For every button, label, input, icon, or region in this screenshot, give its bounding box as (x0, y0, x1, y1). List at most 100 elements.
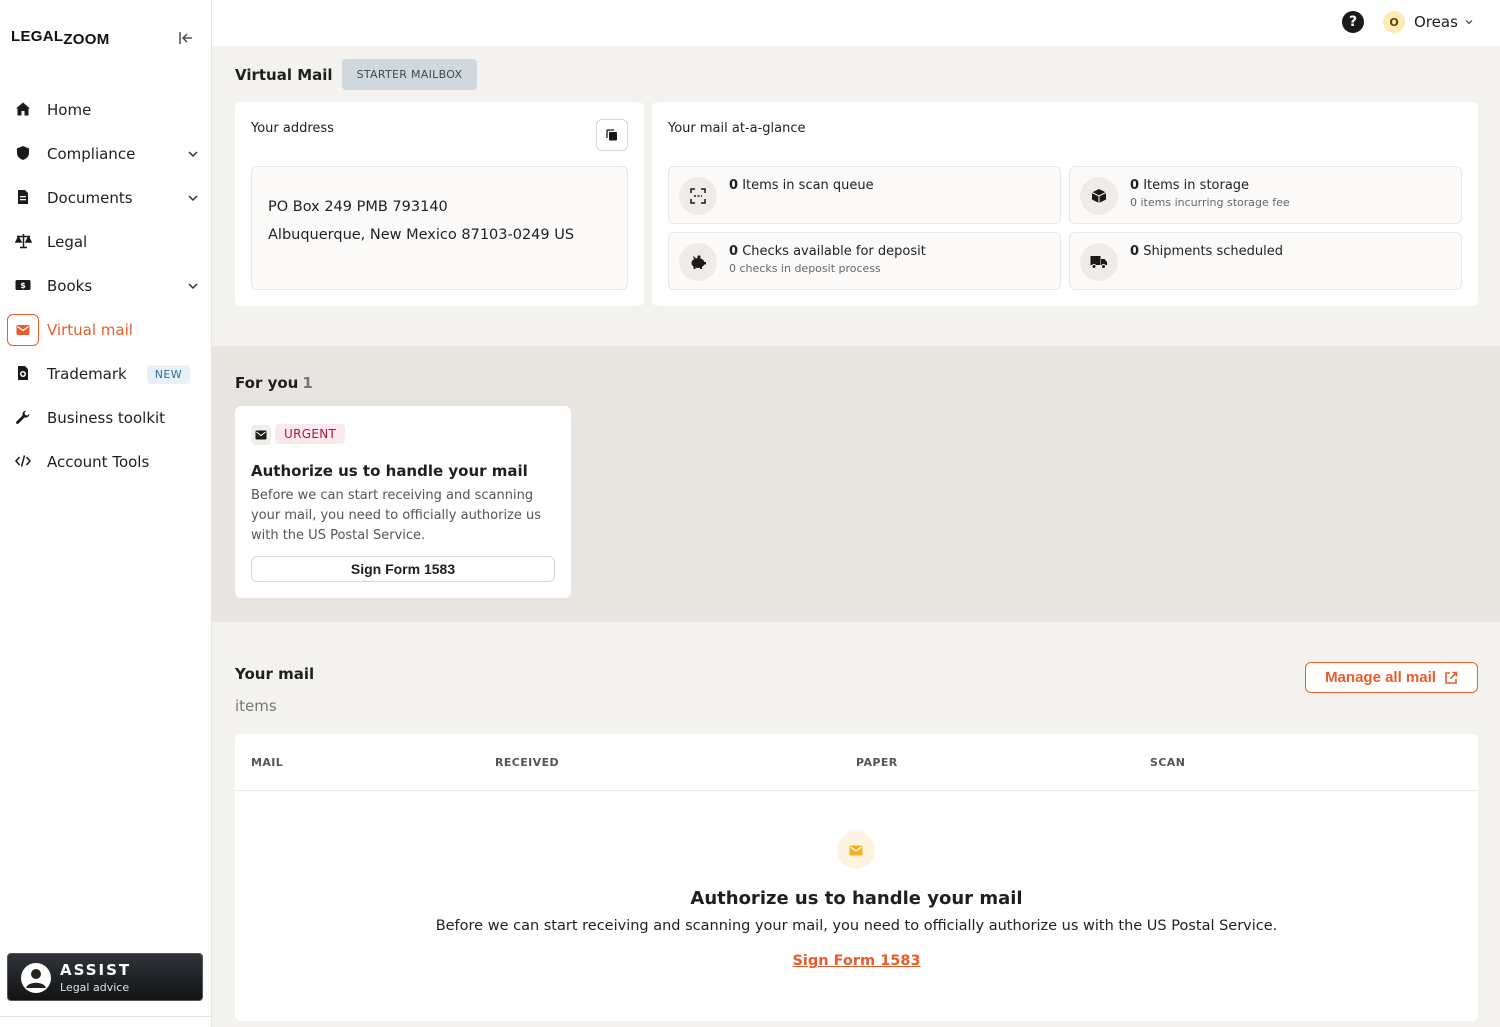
sidebar-item-home[interactable]: Home (0, 88, 212, 132)
sidebar-item-label: Virtual mail (47, 321, 133, 339)
sidebar-item-business-toolkit[interactable]: Business toolkit (0, 396, 212, 440)
tile-text: 0 Items in storage (1130, 178, 1250, 193)
task-card-authorize-mail: URGENT Authorize us to handle your mail … (235, 406, 571, 598)
address-line-1: PO Box 249 PMB 793140 (268, 199, 448, 215)
sign-form-link[interactable]: Sign Form 1583 (235, 953, 1478, 969)
sidebar-item-label: Legal (47, 233, 88, 251)
empty-state-title: Authorize us to handle your mail (690, 888, 1023, 909)
tile-text: 0 Shipments scheduled (1130, 244, 1283, 259)
sidebar-item-label: Compliance (47, 145, 136, 163)
glance-label: Your mail at-a-glance (668, 121, 806, 136)
task-title: Authorize us to handle your mail (251, 462, 528, 480)
table-header-divider (235, 790, 1478, 791)
truck-icon (1080, 243, 1118, 281)
glance-tile-storage[interactable]: 0 Items in storage 0 items incurring sto… (1069, 166, 1462, 224)
sidebar-item-documents[interactable]: Documents (0, 176, 212, 220)
collapse-left-icon (179, 32, 192, 44)
sidebar-item-legal[interactable]: Legal (0, 220, 212, 264)
box-icon (1080, 177, 1118, 215)
mail-table: MAIL RECEIVED PAPER SCAN Authorize us to… (235, 734, 1478, 1021)
empty-state-description: Before we can start receiving and scanni… (435, 918, 1278, 934)
for-you-title: For you 1 (235, 374, 313, 392)
copy-icon (606, 129, 617, 141)
assist-legal-advice-button[interactable]: ASSIST Legal advice (7, 953, 203, 1001)
glance-tile-shipments[interactable]: 0 Shipments scheduled (1069, 232, 1462, 290)
column-header-paper[interactable]: PAPER (856, 756, 898, 769)
user-menu[interactable]: O Oreas (1383, 11, 1474, 33)
trademark-icon (14, 364, 32, 382)
sidebar-item-virtual-mail[interactable]: Virtual mail (0, 308, 212, 352)
glance-tile-scan-queue[interactable]: 0 Items in scan queue (668, 166, 1061, 224)
new-badge: NEW (146, 364, 190, 384)
logo-zoom: ZOOM (63, 31, 110, 48)
address-label: Your address (251, 121, 334, 136)
shield-icon (14, 144, 32, 162)
manage-all-mail-label: Manage all mail (1325, 669, 1436, 686)
your-mail-subtitle: items (235, 697, 277, 715)
sidebar-item-label: Home (47, 101, 92, 119)
address-line-2: Albuquerque, New Mexico 87103-0249 US (268, 227, 575, 243)
tile-text: 0 Items in scan queue (729, 178, 874, 193)
home-icon (14, 100, 32, 118)
svg-text:$: $ (20, 281, 26, 290)
sidebar-item-label: Business toolkit (47, 409, 166, 427)
avatar: O (1383, 11, 1405, 33)
urgent-badge: URGENT (275, 424, 346, 444)
mail-glance-card: Your mail at-a-glance 0 Items in scan qu… (652, 102, 1478, 306)
column-header-mail[interactable]: MAIL (251, 756, 283, 769)
assist-subtitle: Legal advice (60, 981, 130, 994)
sign-form-button[interactable]: Sign Form 1583 (251, 556, 555, 582)
assist-title: ASSIST (60, 961, 132, 979)
tile-subtext: 0 items incurring storage fee (1130, 196, 1290, 209)
address-card: Your address PO Box 249 PMB 793140 Albuq… (235, 102, 644, 306)
copy-address-button[interactable] (596, 119, 628, 151)
chevron-down-icon (188, 195, 198, 202)
chevron-down-icon (188, 283, 198, 290)
your-mail-title: Your mail (235, 665, 315, 683)
sidebar-divider (0, 1016, 212, 1017)
plan-badge: STARTER MAILBOX (341, 59, 478, 90)
tile-text: 0 Checks available for deposit (729, 244, 926, 259)
piggy-bank-icon (679, 243, 717, 281)
money-icon: $ (14, 276, 32, 294)
address-box: PO Box 249 PMB 793140 Albuquerque, New M… (251, 166, 628, 290)
envelope-icon (7, 314, 39, 346)
column-header-received[interactable]: RECEIVED (495, 756, 559, 769)
sidebar-item-books[interactable]: $ Books (0, 264, 212, 308)
sidebar-nav: Home Compliance Documents Legal $ Books … (0, 88, 212, 484)
sidebar: LEGALZOOM Home Compliance Documents Lega… (0, 0, 212, 1027)
sidebar-item-label: Account Tools (47, 453, 150, 471)
tile-subtext: 0 checks in deposit process (729, 262, 881, 275)
chevron-down-icon (1465, 20, 1473, 25)
sidebar-item-account-tools[interactable]: Account Tools (0, 440, 212, 484)
scan-icon (679, 177, 717, 215)
glance-tile-checks[interactable]: 0 Checks available for deposit 0 checks … (668, 232, 1061, 290)
scales-icon (14, 232, 32, 250)
logo-legal: LEGAL (11, 28, 64, 45)
manage-all-mail-button[interactable]: Manage all mail (1305, 662, 1478, 693)
for-you-section: For you 1 URGENT Authorize us to handle y… (212, 346, 1500, 622)
code-icon (14, 452, 32, 470)
wrench-icon (14, 408, 32, 426)
top-bar: ? O Oreas (212, 0, 1500, 46)
help-icon[interactable]: ? (1342, 11, 1364, 33)
sidebar-item-label: Books (47, 277, 93, 295)
page-header: Virtual Mail STARTER MAILBOX (235, 59, 478, 90)
document-icon (14, 188, 32, 206)
task-description: Before we can start receiving and scanni… (251, 488, 542, 543)
sidebar-item-trademark[interactable]: Trademark NEW (0, 352, 212, 396)
assist-person-icon (21, 963, 51, 993)
column-header-scan[interactable]: SCAN (1150, 756, 1185, 769)
collapse-sidebar-button[interactable] (176, 28, 196, 48)
main-content: Virtual Mail STARTER MAILBOX Your addres… (212, 46, 1500, 1027)
sidebar-item-label: Documents (47, 189, 133, 207)
for-you-count: 1 (302, 374, 313, 392)
envelope-icon (837, 831, 875, 869)
page-title: Virtual Mail (235, 65, 333, 84)
envelope-icon (251, 425, 271, 445)
sidebar-item-compliance[interactable]: Compliance (0, 132, 212, 176)
sidebar-item-label: Trademark (47, 365, 127, 383)
legalzoom-logo[interactable]: LEGALZOOM (11, 28, 110, 48)
chevron-down-icon (188, 151, 198, 158)
external-link-icon (1445, 671, 1458, 684)
